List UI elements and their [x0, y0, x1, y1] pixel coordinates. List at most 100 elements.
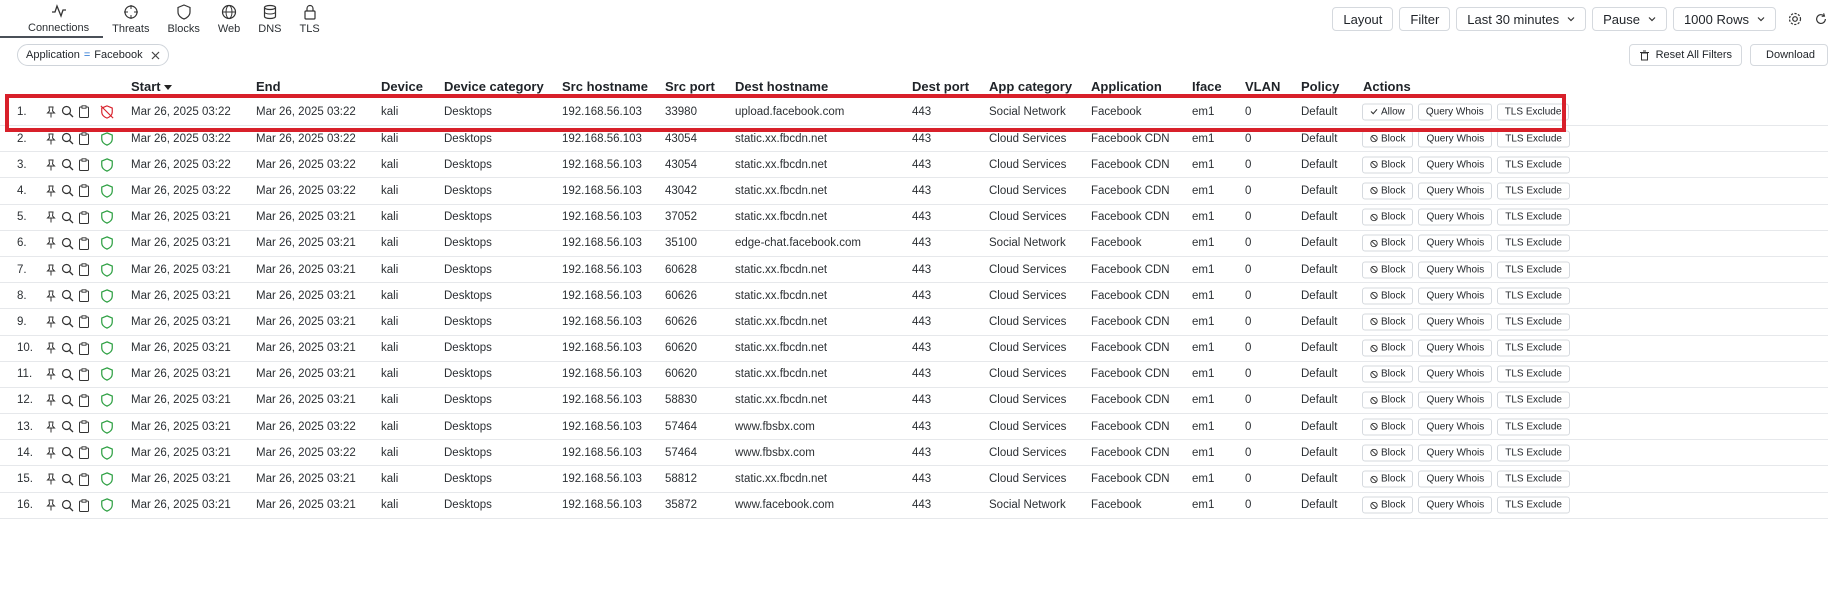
layout-button[interactable]: Layout — [1332, 7, 1394, 31]
query-whois-button[interactable]: Query Whois — [1418, 156, 1493, 174]
search-icon[interactable] — [61, 368, 74, 381]
pin-icon[interactable] — [45, 159, 57, 171]
block-button[interactable]: Block — [1362, 470, 1414, 488]
clipboard-icon[interactable] — [78, 315, 90, 329]
query-whois-button[interactable]: Query Whois — [1418, 365, 1493, 383]
pin-icon[interactable] — [45, 264, 57, 276]
pin-icon[interactable] — [45, 211, 57, 223]
query-whois-button[interactable]: Query Whois — [1418, 130, 1493, 148]
timerange-select[interactable]: Last 30 minutes — [1456, 7, 1587, 31]
search-icon[interactable] — [61, 394, 74, 407]
shield-check-icon[interactable] — [100, 157, 114, 172]
search-icon[interactable] — [61, 263, 74, 276]
clipboard-icon[interactable] — [78, 446, 90, 460]
table-row[interactable]: 16. Mar 26, 2025 03:21 Mar 26, 2025 03:21 k… — [0, 493, 1828, 519]
reset-filters-button[interactable]: Reset All Filters — [1628, 44, 1742, 66]
tab-dns[interactable]: DNS — [249, 0, 290, 38]
query-whois-button[interactable]: Query Whois — [1418, 496, 1493, 514]
shield-off-icon[interactable] — [100, 104, 114, 119]
tls-exclude-button[interactable]: TLS Exclude — [1497, 182, 1570, 200]
clipboard-icon[interactable] — [78, 184, 90, 198]
query-whois-button[interactable]: Query Whois — [1418, 339, 1493, 357]
search-icon[interactable] — [61, 105, 74, 118]
col-application[interactable]: Application — [1091, 79, 1162, 94]
clipboard-icon[interactable] — [78, 211, 90, 224]
shield-check-icon[interactable] — [100, 472, 114, 486]
table-row[interactable]: 8. Mar 26, 2025 03:21 Mar 26, 2025 03:21 ka… — [0, 283, 1828, 310]
download-button[interactable]: Download — [1750, 44, 1828, 66]
block-button[interactable]: Block — [1362, 156, 1414, 174]
table-row[interactable]: 9. Mar 26, 2025 03:21 Mar 26, 2025 03:21 ka… — [0, 309, 1828, 336]
shield-check-icon[interactable] — [100, 367, 114, 382]
shield-check-icon[interactable] — [100, 131, 114, 146]
shield-check-icon[interactable] — [100, 262, 114, 277]
col-iface[interactable]: Iface — [1192, 79, 1222, 94]
search-icon[interactable] — [61, 315, 74, 328]
clipboard-icon[interactable] — [78, 472, 90, 486]
shield-check-icon[interactable] — [100, 341, 114, 355]
refresh-button[interactable] — [1814, 6, 1828, 32]
col-app-category[interactable]: App category — [989, 79, 1072, 94]
shield-check-icon[interactable] — [100, 446, 114, 460]
pin-icon[interactable] — [45, 342, 57, 354]
block-button[interactable]: Block — [1362, 418, 1414, 436]
pin-icon[interactable] — [45, 368, 57, 380]
close-icon[interactable] — [151, 51, 160, 60]
block-button[interactable]: Block — [1362, 391, 1414, 409]
col-src-port[interactable]: Src port — [665, 79, 715, 94]
block-button[interactable]: Block — [1362, 261, 1414, 279]
table-row[interactable]: 7. Mar 26, 2025 03:21 Mar 26, 2025 03:21 ka… — [0, 257, 1828, 284]
tls-exclude-button[interactable]: TLS Exclude — [1497, 313, 1570, 331]
query-whois-button[interactable]: Query Whois — [1418, 234, 1493, 252]
rows-select[interactable]: 1000 Rows — [1672, 7, 1776, 31]
shield-check-icon[interactable] — [100, 498, 114, 512]
block-button[interactable]: Block — [1362, 287, 1414, 305]
tls-exclude-button[interactable]: TLS Exclude — [1497, 287, 1570, 305]
shield-check-icon[interactable] — [100, 393, 114, 408]
table-row[interactable]: 5. Mar 26, 2025 03:21 Mar 26, 2025 03:21 ka… — [0, 205, 1828, 231]
query-whois-button[interactable]: Query Whois — [1417, 103, 1492, 120]
search-icon[interactable] — [61, 211, 74, 224]
col-src-hostname[interactable]: Src hostname — [562, 79, 648, 94]
clipboard-icon[interactable] — [78, 394, 90, 407]
pin-icon[interactable] — [45, 316, 57, 328]
table-row[interactable]: 2. Mar 26, 2025 03:22 Mar 26, 2025 03:22 ka… — [0, 126, 1828, 153]
search-icon[interactable] — [61, 420, 74, 433]
clipboard-icon[interactable] — [78, 368, 90, 381]
pin-icon[interactable] — [45, 447, 57, 459]
tab-connections[interactable]: Connections — [0, 0, 104, 38]
table-row[interactable]: 15. Mar 26, 2025 03:21 Mar 26, 2025 03:21 k… — [0, 466, 1828, 493]
clipboard-icon[interactable] — [78, 420, 90, 434]
block-button[interactable]: Block — [1362, 182, 1414, 200]
col-start[interactable]: Start — [131, 79, 173, 94]
clipboard-icon[interactable] — [78, 341, 90, 355]
block-button[interactable]: Block — [1362, 339, 1414, 357]
table-row[interactable]: 4. Mar 26, 2025 03:22 Mar 26, 2025 03:22 ka… — [0, 178, 1828, 205]
tls-exclude-button[interactable]: TLS Exclude — [1497, 496, 1570, 514]
pause-select[interactable]: Pause — [1592, 7, 1667, 31]
shield-check-icon[interactable] — [100, 419, 114, 434]
tab-threats[interactable]: Threats — [103, 0, 158, 38]
query-whois-button[interactable]: Query Whois — [1418, 182, 1493, 200]
tab-tls[interactable]: TLS — [291, 0, 329, 38]
query-whois-button[interactable]: Query Whois — [1418, 287, 1493, 305]
col-device-category[interactable]: Device category — [444, 79, 544, 94]
tls-exclude-button[interactable]: TLS Exclude — [1497, 365, 1570, 383]
tls-exclude-button[interactable]: TLS Exclude — [1497, 339, 1570, 357]
search-icon[interactable] — [61, 132, 74, 145]
clipboard-icon[interactable] — [78, 289, 90, 303]
pin-icon[interactable] — [45, 473, 57, 485]
query-whois-button[interactable]: Query Whois — [1418, 313, 1493, 331]
col-device[interactable]: Device — [381, 79, 423, 94]
block-button[interactable]: Block — [1362, 234, 1414, 252]
clipboard-icon[interactable] — [78, 499, 90, 512]
filter-button[interactable]: Filter — [1399, 7, 1451, 31]
table-row[interactable]: 10. Mar 26, 2025 03:21 Mar 26, 2025 03:21 k… — [0, 336, 1828, 362]
search-icon[interactable] — [61, 342, 74, 355]
col-policy[interactable]: Policy — [1301, 79, 1339, 94]
table-row[interactable]: 3. Mar 26, 2025 03:22 Mar 26, 2025 03:22 ka… — [0, 152, 1828, 179]
clipboard-icon[interactable] — [78, 237, 90, 250]
pin-icon[interactable] — [45, 290, 57, 302]
shield-check-icon[interactable] — [100, 236, 114, 251]
tls-exclude-button[interactable]: TLS Exclude — [1497, 391, 1570, 409]
